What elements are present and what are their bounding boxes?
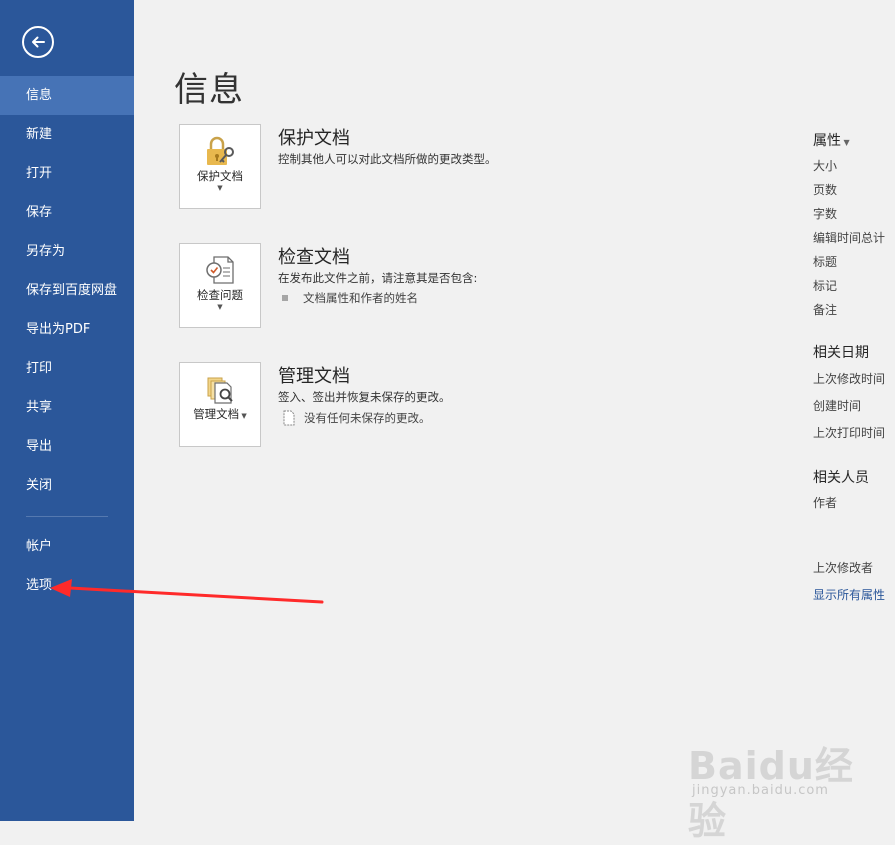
annotation-arrow — [50, 579, 324, 604]
baidu-watermark: Baidu经验 jingyan.baidu.com — [688, 735, 858, 843]
watermark-subtext: jingyan.baidu.com — [692, 783, 829, 798]
